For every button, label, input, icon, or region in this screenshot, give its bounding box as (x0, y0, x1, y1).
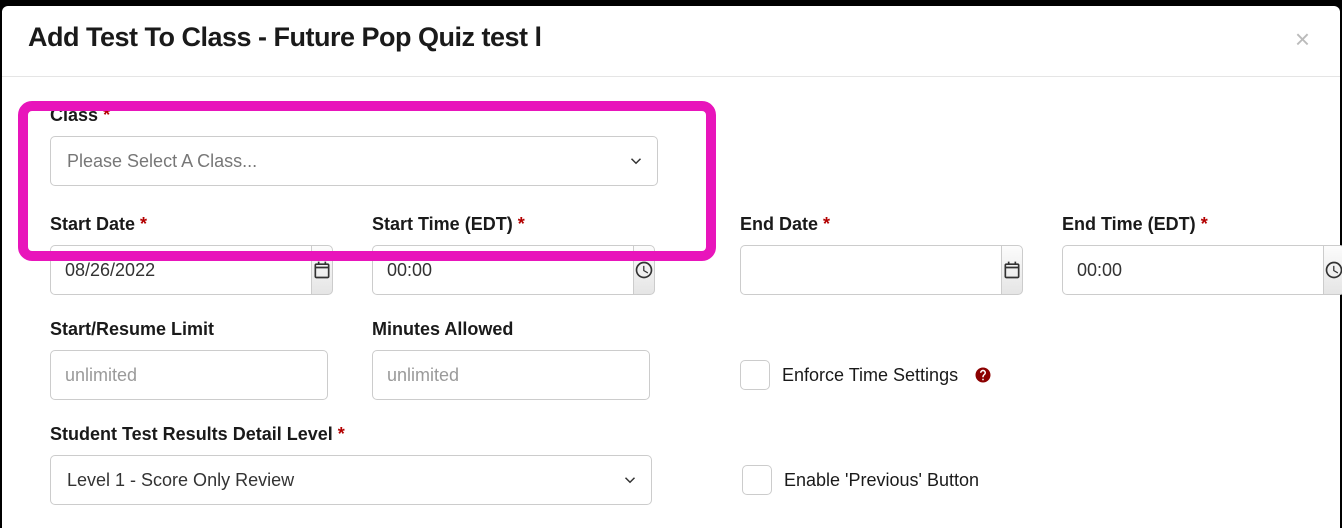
add-test-modal: Add Test To Class - Future Pop Quiz test… (2, 6, 1340, 528)
start-date-label-text: Start Date (50, 214, 135, 234)
modal-body: Class * Please Select A Class... Start D… (2, 77, 1340, 505)
start-time-input-group (372, 245, 650, 295)
detail-level-select[interactable]: Level 1 - Score Only Review (50, 455, 652, 505)
chevron-down-icon (615, 152, 657, 170)
end-time-group: End Time (EDT) * (1062, 214, 1340, 295)
enable-previous-checkbox[interactable] (742, 465, 772, 495)
start-resume-input[interactable] (50, 350, 328, 400)
start-date-label: Start Date * (50, 214, 328, 235)
class-select[interactable]: Please Select A Class... (50, 136, 658, 186)
enforce-time-label: Enforce Time Settings (782, 365, 958, 386)
class-field-group: Class * Please Select A Class... (50, 105, 658, 186)
start-time-input[interactable] (372, 245, 633, 295)
minutes-allowed-label: Minutes Allowed (372, 319, 650, 340)
enforce-time-group: Enforce Time Settings (740, 350, 992, 400)
detail-level-label-text: Student Test Results Detail Level (50, 424, 333, 444)
detail-row: Student Test Results Detail Level * Leve… (50, 424, 1314, 505)
modal-header: Add Test To Class - Future Pop Quiz test… (2, 6, 1340, 77)
required-asterisk: * (518, 214, 525, 234)
minutes-allowed-group: Minutes Allowed (372, 319, 650, 400)
start-resume-label: Start/Resume Limit (50, 319, 328, 340)
detail-level-label: Student Test Results Detail Level * (50, 424, 652, 445)
clock-icon[interactable] (1323, 245, 1342, 295)
detail-level-group: Student Test Results Detail Level * Leve… (50, 424, 652, 505)
start-date-input-group (50, 245, 328, 295)
start-time-label-text: Start Time (EDT) (372, 214, 513, 234)
end-time-label-text: End Time (EDT) (1062, 214, 1196, 234)
end-time-input-group (1062, 245, 1340, 295)
end-date-label-text: End Date (740, 214, 818, 234)
minutes-allowed-input[interactable] (372, 350, 650, 400)
required-asterisk: * (140, 214, 147, 234)
start-date-group: Start Date * (50, 214, 328, 295)
enable-previous-label: Enable 'Previous' Button (784, 470, 979, 491)
date-time-row: Start Date * Start Time (EDT) * (50, 214, 1314, 295)
end-date-input[interactable] (740, 245, 1001, 295)
class-select-placeholder: Please Select A Class... (51, 151, 615, 172)
required-asterisk: * (823, 214, 830, 234)
end-date-label: End Date * (740, 214, 1018, 235)
enable-previous-group: Enable 'Previous' Button (742, 455, 979, 505)
end-date-input-group (740, 245, 1018, 295)
end-date-group: End Date * (740, 214, 1018, 295)
detail-level-value: Level 1 - Score Only Review (51, 470, 609, 491)
start-time-label: Start Time (EDT) * (372, 214, 650, 235)
clock-icon[interactable] (633, 245, 655, 295)
end-time-input[interactable] (1062, 245, 1323, 295)
start-date-input[interactable] (50, 245, 311, 295)
start-time-group: Start Time (EDT) * (372, 214, 650, 295)
close-icon[interactable]: × (1291, 22, 1314, 56)
required-asterisk: * (103, 105, 110, 125)
class-label: Class * (50, 105, 658, 126)
limits-row: Start/Resume Limit Minutes Allowed Enfor… (50, 319, 1314, 400)
chevron-down-icon (609, 471, 651, 489)
class-label-text: Class (50, 105, 98, 125)
modal-title: Add Test To Class - Future Pop Quiz test… (28, 22, 542, 53)
start-resume-group: Start/Resume Limit (50, 319, 328, 400)
enforce-time-checkbox[interactable] (740, 360, 770, 390)
calendar-icon[interactable] (1001, 245, 1023, 295)
help-icon[interactable] (974, 366, 992, 384)
required-asterisk: * (1201, 214, 1208, 234)
end-time-label: End Time (EDT) * (1062, 214, 1340, 235)
calendar-icon[interactable] (311, 245, 333, 295)
required-asterisk: * (338, 424, 345, 444)
